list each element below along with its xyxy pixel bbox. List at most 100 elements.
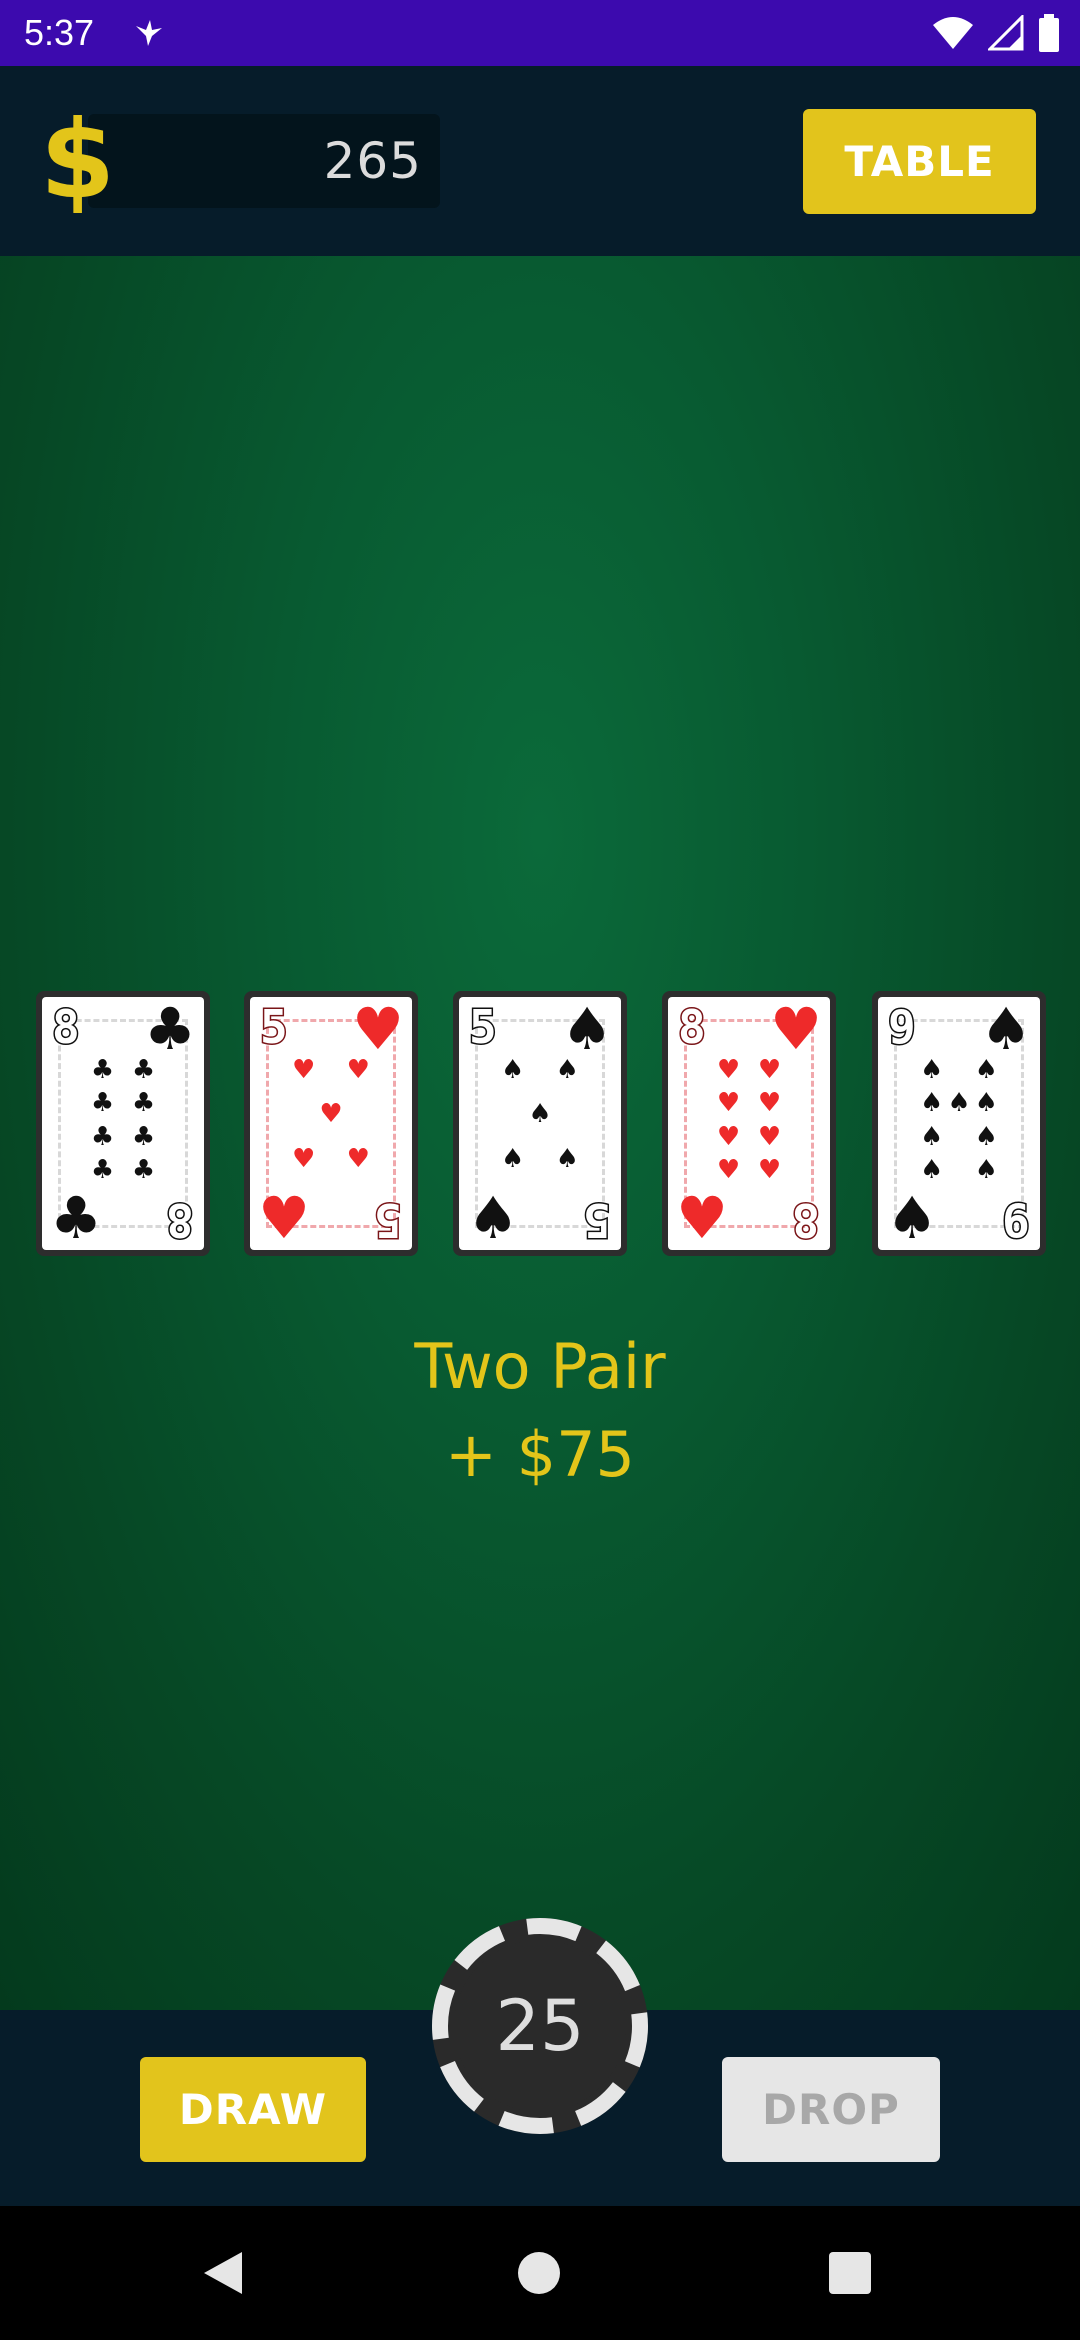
- pip-hearts-icon: ♥: [292, 1143, 316, 1174]
- pip-spades-icon: [945, 1157, 972, 1190]
- wifi-icon: [933, 17, 973, 49]
- bet-chip[interactable]: 25: [432, 1918, 648, 2134]
- playing-card-9-spades[interactable]: 9 9 ♠ ♠ ♠ ♠ ♠ ♠ ♠ ♠ ♠ ♠ ♠: [872, 991, 1046, 1256]
- pip-hearts-icon: ♥: [757, 1154, 782, 1185]
- pip-spades-icon: ♠: [528, 1099, 552, 1130]
- pip-clubs-icon: ♣: [131, 1055, 156, 1085]
- pip-clubs-icon: ♣: [90, 1088, 115, 1119]
- hand-payout: + $75: [445, 1418, 635, 1491]
- card-pips: ♥ ♥ ♥ ♥ ♥ ♥ ♥ ♥: [708, 1057, 790, 1190]
- pip-clubs-icon: ♣: [131, 1121, 156, 1152]
- pip-clubs-icon: ♣: [131, 1088, 156, 1119]
- draw-button[interactable]: DRAW: [140, 2057, 366, 2162]
- pip-hearts-icon: [345, 1101, 372, 1145]
- hearts-icon: ♥: [352, 997, 404, 1063]
- game-table: 8 8 ♣ ♣ ♣ ♣ ♣ ♣ ♣ ♣ ♣ ♣ 5 5 ♥ ♥ ♥ ♥ ♥ ♥ ♥ 5 5 ♠ ♠ ♠ ♠ ♠ ♠ ♠ 8 8 ♥ ♥ ♥ ♥ ♥…: [0, 256, 1080, 2010]
- signal-icon: [988, 15, 1024, 51]
- hearts-icon: ♥: [770, 997, 822, 1063]
- card-rank: 5: [259, 1000, 290, 1054]
- pip-spades-icon: [526, 1057, 553, 1101]
- recent-apps-icon[interactable]: [829, 2252, 871, 2294]
- pip-spades-icon: [945, 1124, 972, 1157]
- card-rank: 9: [887, 1000, 918, 1054]
- card-face: 8 8 ♣ ♣ ♣ ♣ ♣ ♣ ♣ ♣ ♣ ♣: [42, 997, 204, 1250]
- card-rank: 9: [1001, 1192, 1032, 1249]
- navigation-bar: [0, 2206, 1080, 2340]
- playing-card-8-clubs[interactable]: 8 8 ♣ ♣ ♣ ♣ ♣ ♣ ♣ ♣ ♣ ♣: [36, 991, 210, 1256]
- card-face: 5 5 ♥ ♥ ♥ ♥ ♥ ♥ ♥: [250, 997, 412, 1250]
- clubs-icon: ♣: [144, 997, 196, 1063]
- pip-spades-icon: [554, 1101, 581, 1145]
- app-notification-icon: [136, 20, 162, 46]
- battery-icon: [1039, 14, 1059, 52]
- card-pips: ♣ ♣ ♣ ♣ ♣ ♣ ♣ ♣: [82, 1057, 164, 1190]
- card-rank: 8: [165, 1192, 196, 1249]
- pip-spades-icon: [499, 1101, 526, 1145]
- balance-value: 265: [323, 132, 422, 190]
- pip-clubs-icon: ♣: [90, 1154, 115, 1185]
- card-pips: ♠ ♠ ♠ ♠ ♠: [499, 1057, 581, 1190]
- pip-spades-icon: ♠: [920, 1121, 944, 1152]
- hand-result-title: Two Pair: [414, 1330, 666, 1403]
- clubs-icon: ♣: [50, 1184, 102, 1250]
- playing-card-8-hearts[interactable]: 8 8 ♥ ♥ ♥ ♥ ♥ ♥ ♥ ♥ ♥ ♥: [662, 991, 836, 1256]
- status-bar: 5:37: [0, 0, 1080, 66]
- spades-icon: ♠: [467, 1184, 519, 1250]
- dollar-icon: $: [40, 98, 116, 223]
- pip-spades-icon: ♠: [974, 1154, 998, 1185]
- card-face: 9 9 ♠ ♠ ♠ ♠ ♠ ♠ ♠ ♠ ♠ ♠ ♠: [878, 997, 1040, 1250]
- spades-icon: ♠: [980, 997, 1032, 1063]
- pip-hearts-icon: ♥: [319, 1099, 343, 1130]
- pip-spades-icon: ♠: [501, 1143, 525, 1174]
- pip-spades-icon: ♠: [920, 1055, 944, 1085]
- pip-hearts-icon: [290, 1101, 317, 1145]
- header: 265 $ TABLE: [0, 66, 1080, 256]
- hearts-icon: ♥: [676, 1184, 728, 1250]
- hearts-icon: ♥: [258, 1184, 310, 1250]
- card-pips: ♠ ♠ ♠ ♠ ♠ ♠ ♠ ♠ ♠: [918, 1057, 1000, 1190]
- pip-spades-icon: ♠: [555, 1143, 579, 1174]
- pip-clubs-icon: ♣: [90, 1055, 115, 1085]
- drop-button[interactable]: DROP: [722, 2057, 940, 2162]
- pip-clubs-icon: ♣: [131, 1154, 156, 1185]
- home-icon[interactable]: [518, 2252, 560, 2294]
- bet-amount: 25: [495, 1985, 585, 2067]
- pip-spades-icon: ♠: [974, 1055, 998, 1085]
- status-time: 5:37: [24, 12, 95, 53]
- pip-spades-icon: ♠: [920, 1088, 944, 1119]
- pip-hearts-icon: ♥: [346, 1143, 370, 1174]
- pip-hearts-icon: [317, 1057, 344, 1101]
- pip-spades-icon: ♠: [501, 1055, 525, 1085]
- pip-hearts-icon: ♥: [716, 1055, 741, 1085]
- card-rank: 5: [373, 1192, 404, 1249]
- pip-hearts-icon: [317, 1146, 344, 1190]
- pip-hearts-icon: ♥: [757, 1121, 782, 1152]
- card-rank: 8: [791, 1192, 822, 1249]
- pip-spades-icon: [945, 1057, 972, 1090]
- balance-display: 265: [88, 114, 440, 208]
- pip-spades-icon: ♠: [920, 1154, 944, 1185]
- pip-spades-icon: [526, 1146, 553, 1190]
- card-face: 8 8 ♥ ♥ ♥ ♥ ♥ ♥ ♥ ♥ ♥ ♥: [668, 997, 830, 1250]
- pip-hearts-icon: ♥: [716, 1121, 741, 1152]
- table-button[interactable]: TABLE: [803, 109, 1036, 214]
- playing-card-5-hearts[interactable]: 5 5 ♥ ♥ ♥ ♥ ♥ ♥ ♥: [244, 991, 418, 1256]
- pip-spades-icon: ♠: [947, 1088, 971, 1119]
- pip-spades-icon: ♠: [974, 1121, 998, 1152]
- pip-spades-icon: ♠: [555, 1055, 579, 1085]
- pip-hearts-icon: ♥: [757, 1088, 782, 1119]
- pip-hearts-icon: ♥: [716, 1154, 741, 1185]
- card-rank: 8: [51, 1000, 82, 1054]
- pip-hearts-icon: ♥: [292, 1055, 316, 1085]
- playing-card-5-spades[interactable]: 5 5 ♠ ♠ ♠ ♠ ♠ ♠ ♠: [453, 991, 627, 1256]
- spades-icon: ♠: [886, 1184, 938, 1250]
- card-hand: 8 8 ♣ ♣ ♣ ♣ ♣ ♣ ♣ ♣ ♣ ♣ 5 5 ♥ ♥ ♥ ♥ ♥ ♥ ♥ 5 5 ♠ ♠ ♠ ♠ ♠ ♠ ♠ 8 8 ♥ ♥ ♥ ♥ ♥…: [0, 991, 1080, 1256]
- pip-clubs-icon: ♣: [90, 1121, 115, 1152]
- back-icon[interactable]: [202, 2250, 244, 2296]
- card-rank: 5: [582, 1192, 613, 1249]
- pip-hearts-icon: ♥: [346, 1055, 370, 1085]
- card-pips: ♥ ♥ ♥ ♥ ♥: [290, 1057, 372, 1190]
- spades-icon: ♠: [561, 997, 613, 1063]
- pip-hearts-icon: ♥: [757, 1055, 782, 1085]
- pip-spades-icon: ♠: [974, 1088, 998, 1119]
